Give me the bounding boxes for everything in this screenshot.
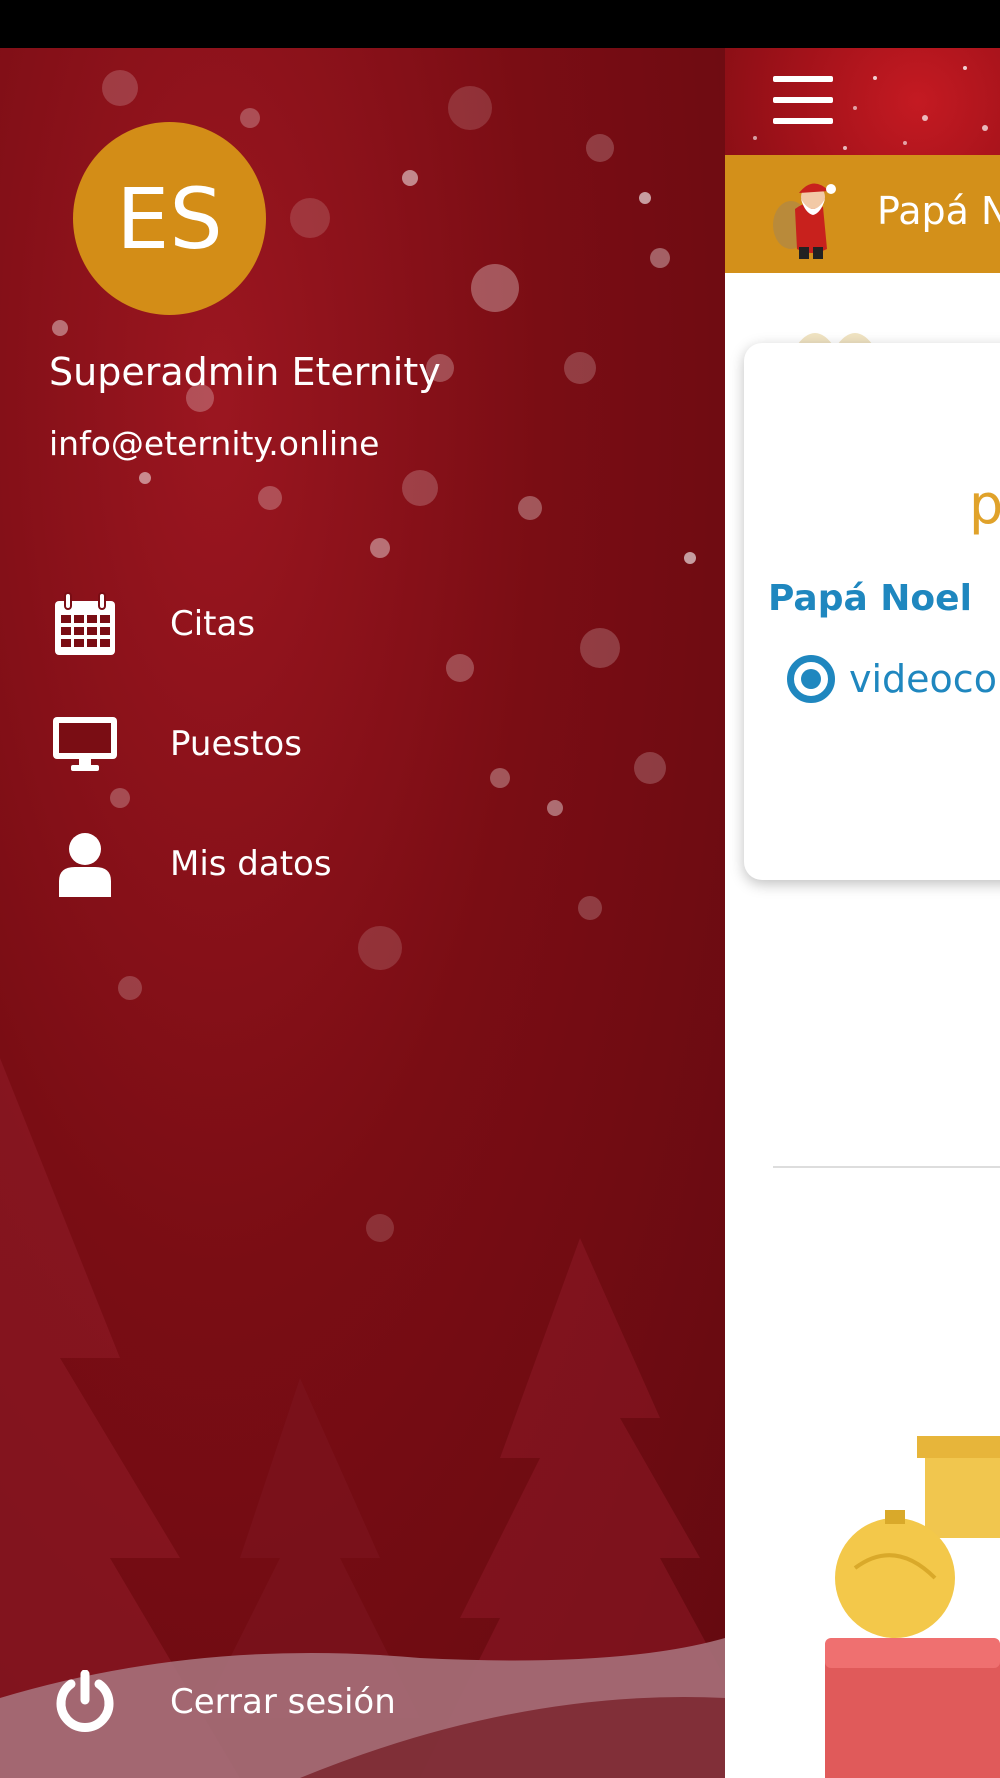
card-name: Papá Noel	[768, 578, 972, 619]
status-bar	[0, 0, 1000, 48]
menu-item-citas[interactable]: Citas	[0, 576, 725, 672]
main-content: Papá N p Papá Noel videocon	[725, 48, 1000, 1778]
avatar: ES	[73, 122, 266, 315]
option-label: videocon	[849, 657, 1000, 701]
user-email: info@eternity.online	[49, 424, 380, 463]
menu-label-puestos: Puestos	[170, 724, 302, 764]
calendar-icon	[50, 589, 120, 659]
user-icon	[50, 829, 120, 899]
menu-label-mis-datos: Mis datos	[170, 844, 332, 884]
option-radio[interactable]	[787, 655, 835, 703]
card-letter: p	[969, 473, 1000, 536]
santa-icon	[773, 183, 836, 259]
title-bar: Papá N	[725, 155, 1000, 273]
sparkle-background	[753, 66, 988, 150]
logout-button[interactable]: Cerrar sesión	[0, 1654, 725, 1750]
gifts-decoration	[825, 1436, 1000, 1778]
menu-label-citas: Citas	[170, 604, 256, 644]
top-bar	[725, 48, 1000, 155]
menu-hamburger-icon[interactable]	[773, 74, 833, 126]
logout-label: Cerrar sesión	[170, 1682, 396, 1722]
consultant-card[interactable]: p Papá Noel videocon	[744, 343, 1000, 880]
menu-item-mis-datos[interactable]: Mis datos	[0, 816, 725, 912]
power-icon	[50, 1667, 120, 1737]
monitor-icon	[50, 709, 120, 779]
navigation-drawer: ES Superadmin Eternity info@eternity.onl…	[0, 48, 725, 1778]
menu-item-puestos[interactable]: Puestos	[0, 696, 725, 792]
header-title: Papá N	[877, 189, 1000, 233]
divider	[773, 1166, 1000, 1168]
user-name: Superadmin Eternity	[49, 350, 441, 394]
